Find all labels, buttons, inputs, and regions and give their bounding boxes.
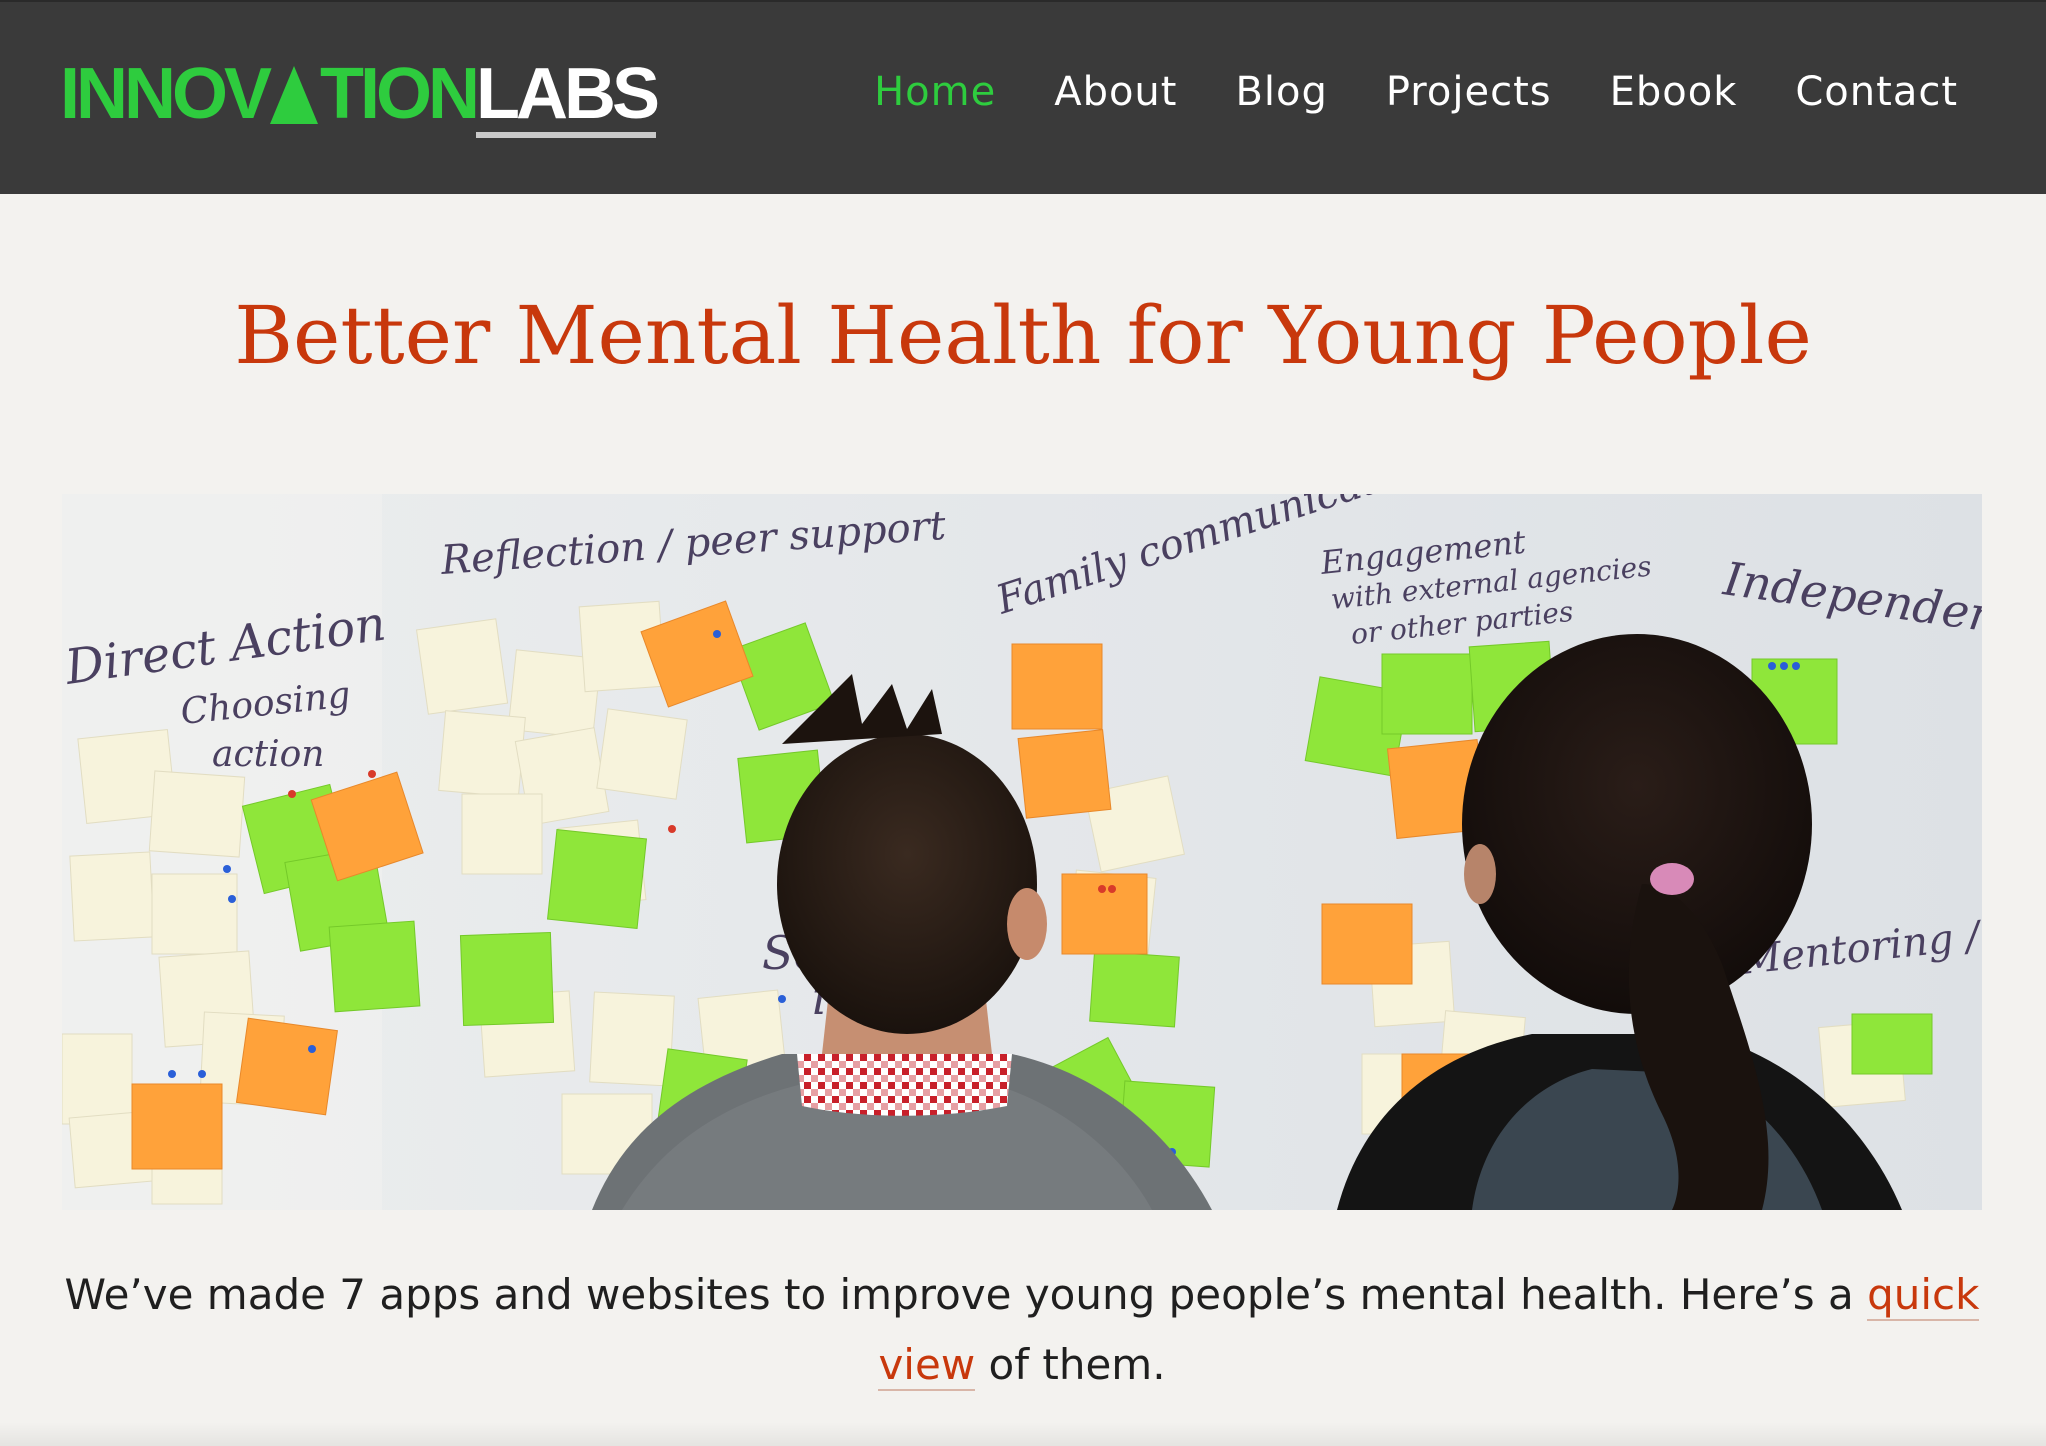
intro-text-before: We’ve made 7 apps and websites to improv… xyxy=(64,1270,1868,1319)
hero-illustration: Reflection / peer support Family communi… xyxy=(62,494,1982,1210)
main-nav: Home About Blog Projects Ebook Contact xyxy=(874,64,1958,120)
logo-innovation-part1: INNOV xyxy=(60,54,272,134)
hero-image: Reflection / peer support Family communi… xyxy=(62,494,1982,1210)
nav-item-projects[interactable]: Projects xyxy=(1386,64,1552,120)
logo-innovation-text: INNOV TION xyxy=(60,54,480,134)
label-direct-3: action xyxy=(212,734,324,775)
bottom-shadow xyxy=(0,1422,2046,1446)
triangle-a-icon xyxy=(270,66,319,124)
nav-item-blog[interactable]: Blog xyxy=(1235,64,1327,120)
nav-item-contact[interactable]: Contact xyxy=(1795,64,1958,120)
site-header: INNOV TION LABS Home About Blog Projects … xyxy=(0,0,2046,194)
logo-labs-text: LABS xyxy=(476,54,660,134)
intro-paragraph: We’ve made 7 apps and websites to improv… xyxy=(62,1260,1982,1400)
logo-labs: LABS xyxy=(476,54,660,138)
page: INNOV TION LABS Home About Blog Projects … xyxy=(0,0,2046,1446)
site-logo[interactable]: INNOV TION LABS xyxy=(60,54,660,138)
nav-item-about[interactable]: About xyxy=(1054,64,1177,120)
logo-innovation-part2: TION xyxy=(320,54,480,134)
intro-text-after: of them. xyxy=(975,1340,1166,1389)
page-headline: Better Mental Health for Young People xyxy=(234,289,1812,382)
nav-item-home[interactable]: Home xyxy=(874,64,996,120)
nav-item-ebook[interactable]: Ebook xyxy=(1610,64,1738,120)
